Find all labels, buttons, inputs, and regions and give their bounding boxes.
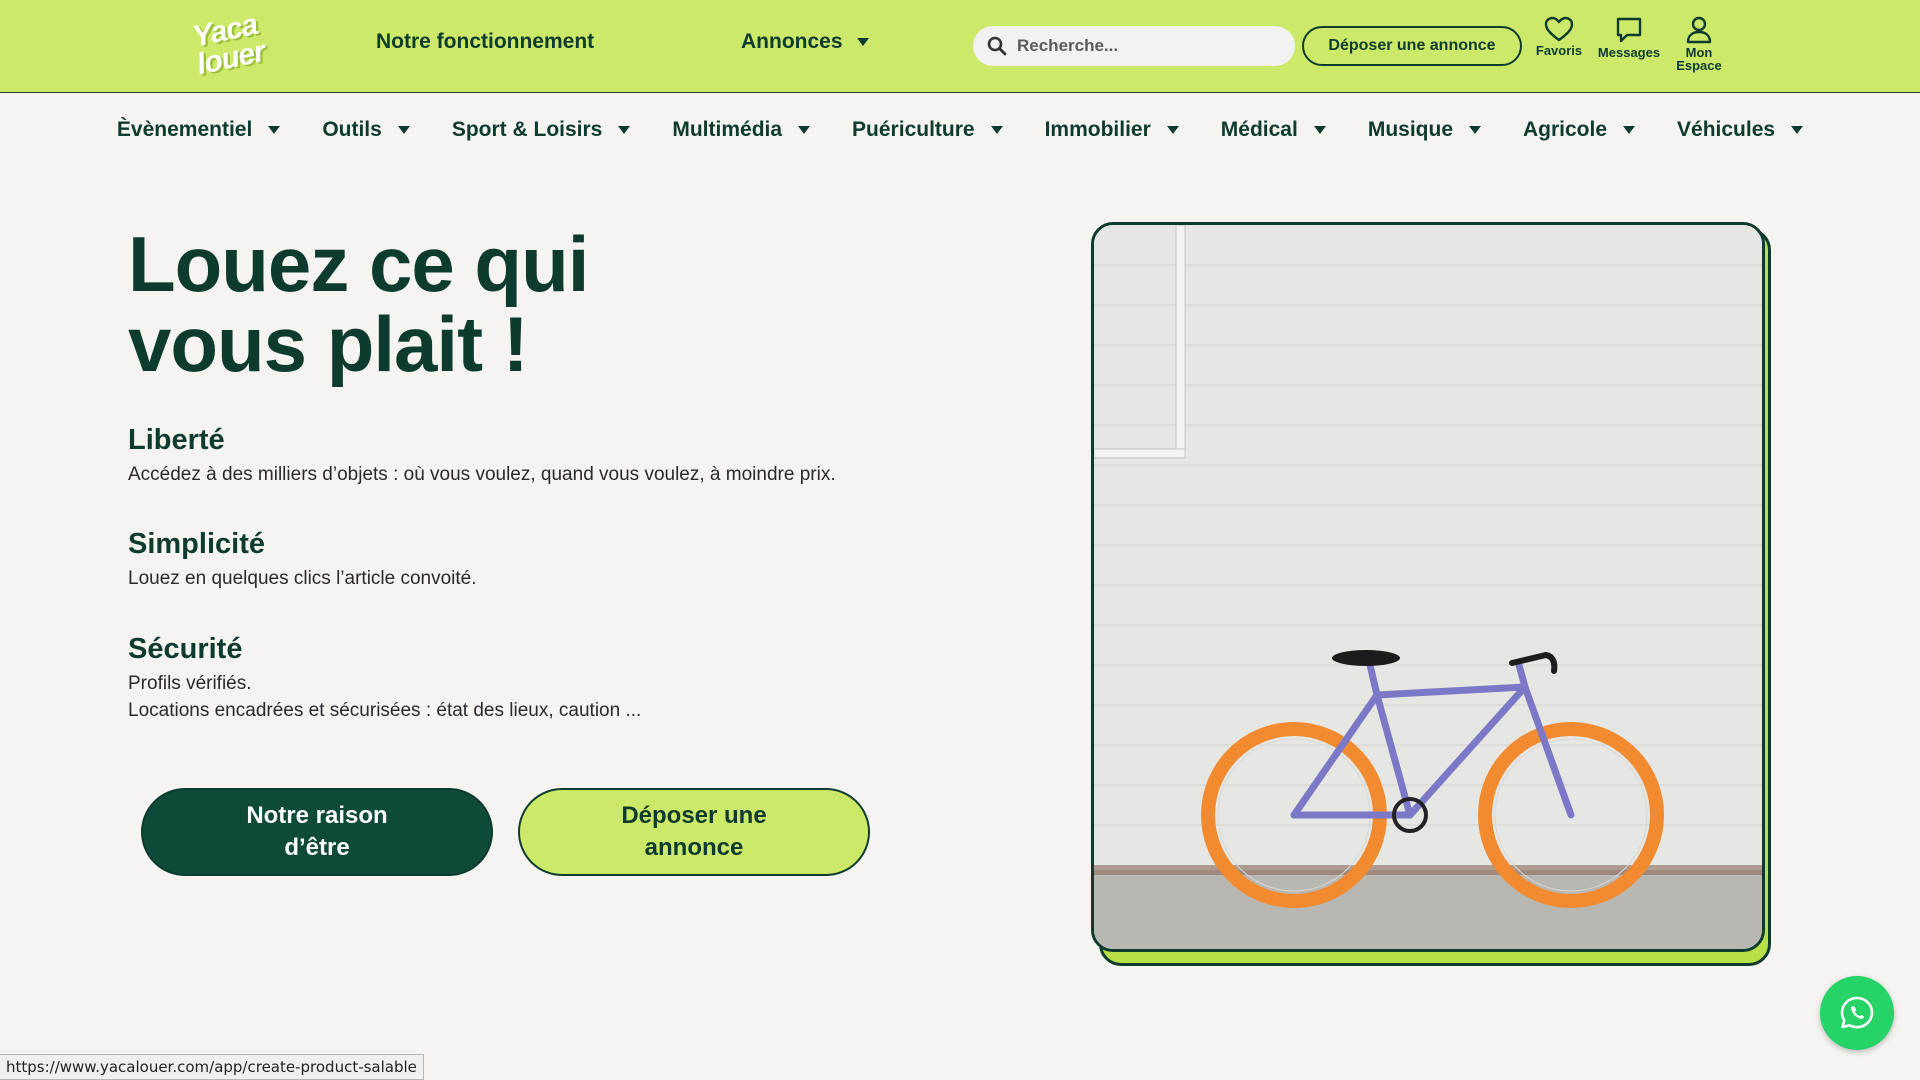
feature-text: Profils vérifiés. [128, 673, 252, 694]
search-icon [987, 36, 1007, 56]
caret-down-icon [1623, 126, 1636, 134]
nav-listings-label: Annonces [741, 30, 843, 53]
whatsapp-chat-button[interactable] [1820, 976, 1894, 1050]
heart-icon [1544, 16, 1574, 42]
link-status-bar: https://www.yacalouer.com/app/create-pro… [0, 1054, 424, 1080]
whatsapp-icon [1840, 996, 1874, 1029]
caret-down-icon [1313, 126, 1326, 134]
feature-text: Louez en quelques clics l’article convoi… [128, 568, 477, 589]
site-logo[interactable]: Yaca louer [179, 0, 277, 90]
category-label: Agricole [1523, 118, 1608, 141]
nav-how-it-works[interactable]: Notre fonctionnement [376, 30, 594, 54]
category-label: Véhicules [1677, 118, 1776, 141]
hero-title: Louez ce qui vous plait ! [128, 224, 728, 384]
category-evenementiel[interactable]: Èvènementiel [116, 112, 281, 148]
caret-down-icon [856, 38, 869, 46]
nav-how-it-works-label: Notre fonctionnement [376, 30, 595, 53]
bicycle-photo [1094, 225, 1762, 949]
feature-text: Locations encadrées et sécurisées : état… [128, 700, 642, 721]
category-puericulture[interactable]: Puériculture [852, 112, 1003, 148]
category-immobilier[interactable]: Immobilier [1045, 112, 1179, 148]
top-header: Yaca louer Notre fonctionnement Annonces… [0, 0, 1920, 93]
post-listing-hero-button[interactable]: Déposer une annonce [518, 788, 870, 876]
messages-label: Messages [1597, 45, 1661, 60]
category-vehicules[interactable]: Véhicules [1677, 112, 1804, 148]
feature-title: Simplicité [128, 528, 265, 560]
feature-title: Sécurité [128, 633, 243, 665]
search-input[interactable] [1017, 36, 1277, 56]
nav-listings-dropdown[interactable]: Annonces [741, 30, 869, 54]
feature-liberte: Liberté Accédez à des milliers d’objets … [128, 424, 888, 488]
caret-down-icon [1791, 126, 1804, 134]
our-purpose-button[interactable]: Notre raison d’être [141, 788, 493, 876]
caret-down-icon [397, 126, 410, 134]
caret-down-icon [1469, 126, 1481, 134]
category-label: Outils [322, 118, 382, 141]
hero-title-line1: Louez ce qui [128, 220, 589, 308]
category-label: Médical [1220, 118, 1298, 141]
feature-simplicite: Simplicité Louez en quelques clics l’art… [128, 528, 888, 592]
feature-title: Liberté [128, 424, 225, 456]
hero-title-line2: vous plait ! [128, 300, 529, 388]
category-label: Immobilier [1044, 118, 1151, 141]
category-musique[interactable]: Musique [1368, 112, 1481, 148]
caret-down-icon [618, 126, 631, 134]
account-label-line2: Espace [1676, 58, 1722, 73]
my-account-button[interactable]: Mon Espace [1664, 16, 1734, 72]
favorites-button[interactable]: Favoris [1524, 16, 1594, 57]
messages-button[interactable]: Messages [1594, 16, 1664, 59]
caret-down-icon [990, 126, 1003, 134]
category-nav: Èvènementiel Outils Sport & Loisirs Mult… [0, 112, 1920, 148]
user-icon [1686, 16, 1712, 44]
post-listing-header-button[interactable]: Déposer une annonce [1302, 26, 1522, 66]
caret-down-icon [1166, 126, 1179, 134]
category-label: Multimédia [672, 118, 783, 141]
category-label: Musique [1367, 118, 1453, 141]
search-bar [973, 26, 1295, 66]
category-outils[interactable]: Outils [322, 112, 410, 148]
feature-text: Accédez à des milliers d’objets : où vou… [128, 464, 836, 485]
hero-image-bicycle [1091, 222, 1765, 952]
category-label: Puériculture [852, 118, 975, 141]
chat-bubble-icon [1616, 17, 1642, 43]
category-agricole[interactable]: Agricole [1523, 112, 1636, 148]
category-label: Sport & Loisirs [451, 118, 603, 141]
feature-securite: Sécurité Profils vérifiés. Locations enc… [128, 633, 888, 724]
caret-down-icon [268, 126, 281, 134]
category-multimedia[interactable]: Multimédia [672, 112, 811, 148]
category-label: Èvènementiel [116, 118, 253, 141]
category-sport-loisirs[interactable]: Sport & Loisirs [452, 112, 631, 148]
favorites-label: Favoris [1535, 43, 1583, 58]
category-medical[interactable]: Médical [1221, 112, 1326, 148]
caret-down-icon [798, 126, 811, 134]
